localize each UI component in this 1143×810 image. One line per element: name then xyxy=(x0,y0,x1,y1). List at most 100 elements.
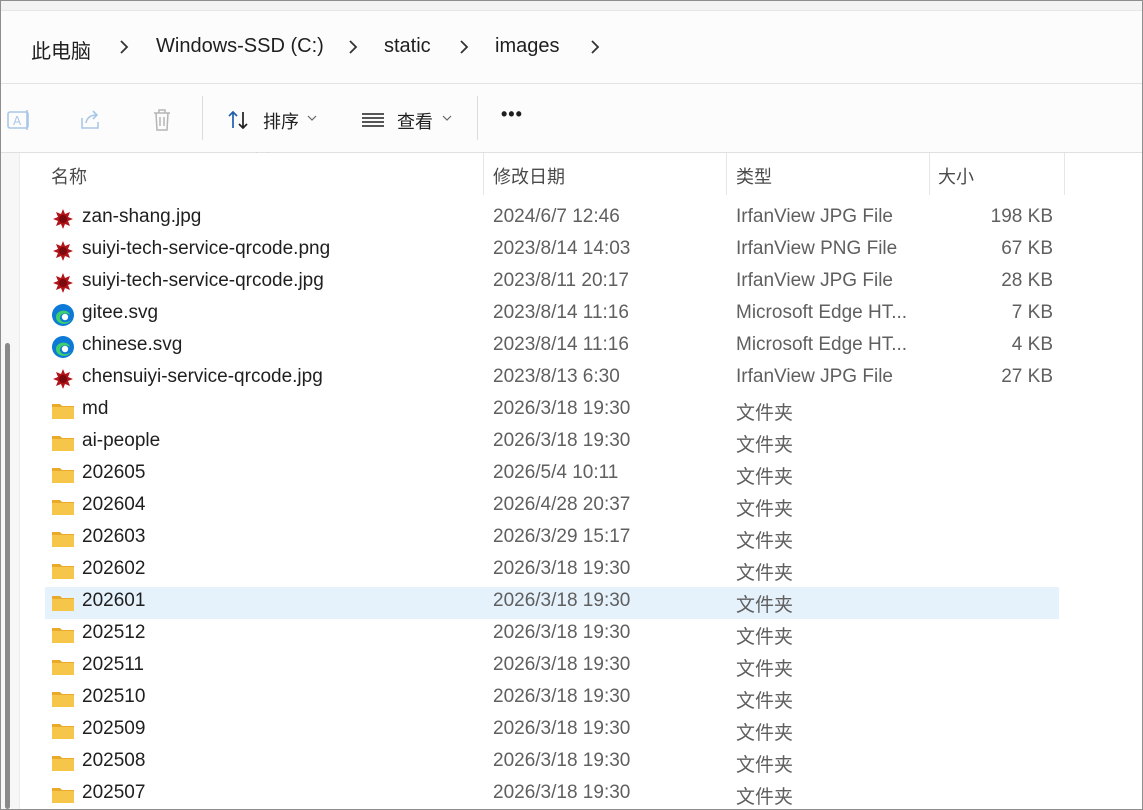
folder-icon xyxy=(52,532,74,547)
file-name: suiyi-tech-service-qrcode.jpg xyxy=(82,270,324,291)
vertical-scrollbar[interactable] xyxy=(1,153,20,809)
file-type: 文件夹 xyxy=(736,403,794,424)
chevron-right-icon[interactable] xyxy=(343,37,363,57)
chevron-right-icon[interactable] xyxy=(114,37,134,57)
file-name: zan-shang.jpg xyxy=(82,206,202,227)
file-type: 文件夹 xyxy=(736,595,794,616)
file-row[interactable]: 202509 2026/3/18 19:30 文件夹 xyxy=(45,715,1059,747)
file-size: 7 KB xyxy=(1011,302,1053,323)
column-header-type[interactable]: 类型 xyxy=(736,163,772,189)
file-name: chensuiyi-service-qrcode.jpg xyxy=(82,366,323,387)
more-options-button[interactable]: ••• xyxy=(501,104,523,125)
file-row[interactable]: gitee.svg 2023/8/14 11:16 Microsoft Edge H… xyxy=(45,299,1059,331)
column-header-name[interactable]: 名称 xyxy=(51,163,87,189)
file-size: 27 KB xyxy=(1001,366,1053,387)
folder-icon xyxy=(52,756,74,771)
file-modified-date: 2026/3/18 19:30 xyxy=(493,558,631,579)
file-name: 202509 xyxy=(82,718,146,739)
file-type: 文件夹 xyxy=(736,723,794,744)
file-type: 文件夹 xyxy=(736,563,794,584)
chevron-right-icon[interactable] xyxy=(585,37,605,57)
file-name: ai-people xyxy=(82,430,161,451)
file-type: 文件夹 xyxy=(736,467,794,488)
file-row[interactable]: 202510 2026/3/18 19:30 文件夹 xyxy=(45,683,1059,715)
file-modified-date: 2026/3/18 19:30 xyxy=(493,590,631,611)
file-modified-date: 2026/3/18 19:30 xyxy=(493,398,631,419)
breadcrumb-static[interactable]: static xyxy=(384,35,431,58)
toolbar-divider xyxy=(202,96,203,140)
chevron-right-icon[interactable] xyxy=(454,37,474,57)
folder-icon xyxy=(52,596,74,611)
delete-icon[interactable] xyxy=(148,106,176,134)
file-type: IrfanView PNG File xyxy=(736,238,898,259)
file-row[interactable]: 202511 2026/3/18 19:30 文件夹 xyxy=(45,651,1059,683)
file-type: Microsoft Edge HT... xyxy=(736,334,908,355)
folder-icon xyxy=(52,404,74,419)
scrollbar-thumb[interactable] xyxy=(5,343,10,809)
file-row[interactable]: 202602 2026/3/18 19:30 文件夹 xyxy=(45,555,1059,587)
folder-icon xyxy=(52,500,74,515)
file-modified-date: 2023/8/14 11:16 xyxy=(493,334,629,355)
column-divider[interactable] xyxy=(483,153,484,195)
file-type: Microsoft Edge HT... xyxy=(736,302,908,323)
file-modified-date: 2026/3/18 19:30 xyxy=(493,654,631,675)
column-header-size[interactable]: 大小 xyxy=(938,163,974,189)
view-icon[interactable] xyxy=(359,106,387,134)
column-header-date[interactable]: 修改日期 xyxy=(493,163,565,189)
rename-icon[interactable]: A xyxy=(5,106,33,134)
file-row[interactable]: zan-shang.jpg 2024/6/7 12:46 IrfanView JPG… xyxy=(45,203,1059,235)
file-modified-date: 2023/8/11 20:17 xyxy=(493,270,629,291)
file-name: 202603 xyxy=(82,526,146,547)
sort-icon[interactable] xyxy=(225,106,253,134)
file-modified-date: 2026/3/18 19:30 xyxy=(493,430,631,451)
svg-text:A: A xyxy=(13,114,22,128)
explorer-window: 此电脑 Windows-SSD (C:) static images A 排序 xyxy=(0,0,1143,810)
breadcrumb-drive[interactable]: Windows-SSD (C:) xyxy=(156,35,324,58)
column-divider[interactable] xyxy=(1064,153,1065,195)
file-type: 文件夹 xyxy=(736,499,794,520)
file-row[interactable]: 202512 2026/3/18 19:30 文件夹 xyxy=(45,619,1059,651)
folder-icon xyxy=(52,436,74,451)
file-name: 202605 xyxy=(82,462,146,483)
file-name: suiyi-tech-service-qrcode.png xyxy=(82,238,331,259)
irfanview-icon xyxy=(53,209,73,229)
file-modified-date: 2026/3/29 15:17 xyxy=(493,526,631,547)
file-name: 202602 xyxy=(82,558,146,579)
file-row[interactable]: suiyi-tech-service-qrcode.jpg 2023/8/11 2… xyxy=(45,267,1059,299)
file-name: 202604 xyxy=(82,494,146,515)
column-divider[interactable] xyxy=(726,153,727,195)
file-modified-date: 2026/5/4 10:11 xyxy=(493,462,619,483)
file-type: 文件夹 xyxy=(736,691,794,712)
chevron-down-icon[interactable] xyxy=(442,114,452,122)
file-type: 文件夹 xyxy=(736,787,794,808)
file-type: IrfanView JPG File xyxy=(736,270,893,291)
file-row[interactable]: ai-people 2026/3/18 19:30 文件夹 xyxy=(45,427,1059,459)
file-type: IrfanView JPG File xyxy=(736,206,893,227)
file-row[interactable]: 202604 2026/4/28 20:37 文件夹 xyxy=(45,491,1059,523)
irfanview-icon xyxy=(53,273,73,293)
file-row[interactable]: 202603 2026/3/29 15:17 文件夹 xyxy=(45,523,1059,555)
sort-button[interactable]: 排序 xyxy=(263,108,299,134)
share-icon[interactable] xyxy=(76,106,104,134)
edge-icon xyxy=(52,304,74,326)
breadcrumb-this-pc[interactable]: 此电脑 xyxy=(31,35,91,64)
file-row[interactable]: 202601 2026/3/18 19:30 文件夹 xyxy=(45,587,1059,619)
file-row[interactable]: 202507 2026/3/18 19:30 文件夹 xyxy=(45,779,1059,809)
column-divider[interactable] xyxy=(929,153,930,195)
file-type: 文件夹 xyxy=(736,659,794,680)
view-button[interactable]: 查看 xyxy=(397,108,433,134)
file-row[interactable]: chinese.svg 2023/8/14 11:16 Microsoft Edge… xyxy=(45,331,1059,363)
folder-icon xyxy=(52,628,74,643)
file-row[interactable]: 202605 2026/5/4 10:11 文件夹 xyxy=(45,459,1059,491)
file-row[interactable]: chensuiyi-service-qrcode.jpg 2023/8/13 6:… xyxy=(45,363,1059,395)
breadcrumb-images[interactable]: images xyxy=(495,35,559,58)
folder-icon xyxy=(52,468,74,483)
file-row[interactable]: md 2026/3/18 19:30 文件夹 xyxy=(45,395,1059,427)
address-bar[interactable]: 此电脑 Windows-SSD (C:) static images xyxy=(1,11,1142,84)
file-type: 文件夹 xyxy=(736,531,794,552)
file-modified-date: 2026/3/18 19:30 xyxy=(493,686,631,707)
file-row[interactable]: suiyi-tech-service-qrcode.png 2023/8/14 1… xyxy=(45,235,1059,267)
file-row[interactable]: 202508 2026/3/18 19:30 文件夹 xyxy=(45,747,1059,779)
folder-icon xyxy=(52,788,74,803)
chevron-down-icon[interactable] xyxy=(307,114,317,122)
